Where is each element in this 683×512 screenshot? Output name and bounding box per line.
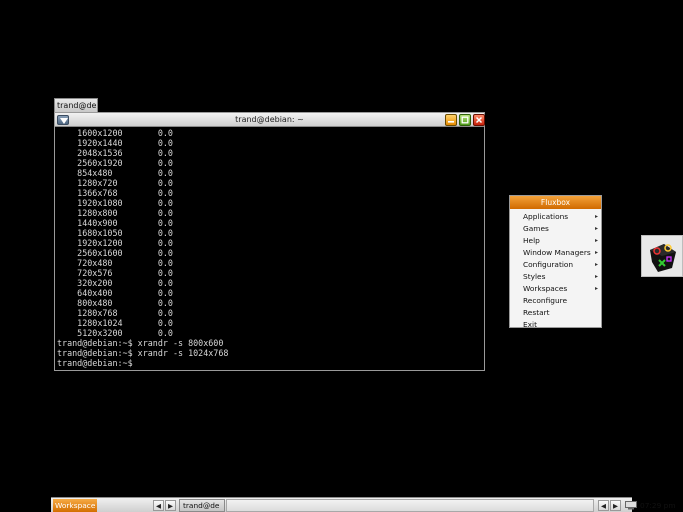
window-tab-label: trand@deb	[57, 101, 98, 110]
close-icon	[475, 116, 483, 124]
clock: 07:29 pm	[640, 501, 676, 510]
menu-item-games[interactable]: Games ▸	[510, 223, 601, 235]
close-button[interactable]	[473, 114, 485, 126]
terminal-line: trand@debian:~$	[57, 358, 133, 368]
menu-item-restart[interactable]: Restart	[510, 307, 601, 319]
cube-app-icon	[650, 244, 676, 272]
terminal-line: 1366x768 0.0	[57, 188, 173, 198]
terminal-line: 1440x900 0.0	[57, 218, 173, 228]
submenu-arrow-icon: ▸	[594, 237, 598, 244]
menu-item-label: Window Managers	[523, 248, 591, 257]
terminal-line: 1280x800 0.0	[57, 208, 173, 218]
menu-item-styles[interactable]: Styles ▸	[510, 271, 601, 283]
terminal-line: 720x480 0.0	[57, 258, 173, 268]
terminal-line: 640x400 0.0	[57, 288, 173, 298]
menu-item-label: Restart	[523, 308, 550, 317]
prev-workspace-button[interactable]: ◀	[153, 500, 164, 511]
terminal-output[interactable]: 1600x1200 0.0 1920x1440 0.0 2048x1536 0.…	[57, 128, 482, 368]
taskbar-item-terminal[interactable]: trand@de	[179, 499, 225, 512]
terminal-line: 1920x1200 0.0	[57, 238, 173, 248]
terminal-line: 720x576 0.0	[57, 268, 173, 278]
terminal-line: 1280x768 0.0	[57, 308, 173, 318]
menu-item-window-managers[interactable]: Window Managers ▸	[510, 247, 601, 259]
menu-item-label: Configuration	[523, 260, 574, 269]
terminal-line: 1680x1050 0.0	[57, 228, 173, 238]
terminal-line: 1280x720 0.0	[57, 178, 173, 188]
menu-item-label: Workspaces	[523, 284, 568, 293]
menu-title: Fluxbox	[510, 196, 601, 209]
terminal-line: 2560x1920 0.0	[57, 158, 173, 168]
terminal-line: trand@debian:~$ xrandr -s 1024x768	[57, 348, 229, 358]
terminal-line: 1600x1200 0.0	[57, 128, 173, 138]
terminal-line: 1280x1024 0.0	[57, 318, 173, 328]
terminal-line: 320x200 0.0	[57, 278, 173, 288]
submenu-arrow-icon: ▸	[594, 285, 598, 292]
menu-item-label: Games	[523, 224, 549, 233]
fluxbox-toolbar: Workspace 1 ◀ ▶ trand@de ◀ ▶ 07:29 pm	[51, 497, 676, 512]
menu-item-workspaces[interactable]: Workspaces ▸	[510, 283, 601, 295]
next-workspace-button[interactable]: ▶	[165, 500, 176, 511]
menu-item-reconfigure[interactable]: Reconfigure	[510, 295, 601, 307]
menu-item-exit[interactable]: Exit	[510, 319, 601, 331]
terminal-line: 854x480 0.0	[57, 168, 173, 178]
menu-item-label: Styles	[523, 272, 546, 281]
workspace-name[interactable]: Workspace 1	[53, 499, 97, 512]
next-window-button[interactable]: ▶	[610, 500, 621, 511]
terminal-line: 2048x1536 0.0	[57, 148, 173, 158]
menu-item-label: Reconfigure	[523, 296, 568, 305]
submenu-arrow-icon: ▸	[594, 213, 598, 220]
terminal-window[interactable]: trand@debian: ~ 1600x1200 0.0 1920x1440 …	[54, 112, 485, 371]
terminal-line: 1920x1080 0.0	[57, 198, 173, 208]
minimize-button[interactable]	[445, 114, 457, 126]
menu-item-help[interactable]: Help ▸	[510, 235, 601, 247]
window-tab[interactable]: trand@deb	[54, 98, 98, 112]
submenu-arrow-icon: ▸	[594, 273, 598, 280]
terminal-line: 800x480 0.0	[57, 298, 173, 308]
menu-item-label: Help	[523, 236, 540, 245]
menu-item-configuration[interactable]: Configuration ▸	[510, 259, 601, 271]
maximize-button[interactable]	[459, 114, 471, 126]
terminal-line: 2560x1600 0.0	[57, 248, 173, 258]
desktop-app-icon[interactable]	[641, 235, 683, 277]
minimize-icon	[448, 121, 454, 123]
menu-item-label: Exit	[523, 320, 537, 329]
submenu-arrow-icon: ▸	[594, 261, 598, 268]
taskbar-area	[226, 499, 594, 512]
terminal-line: 1920x1440 0.0	[57, 138, 173, 148]
menu-item-label: Applications	[523, 212, 569, 221]
terminal-titlebar[interactable]: trand@debian: ~	[55, 113, 485, 127]
terminal-line: trand@debian:~$ xrandr -s 800x600	[57, 338, 224, 348]
fluxbox-root-menu: Fluxbox Applications ▸ Games ▸ Help ▸ Window M…	[509, 195, 602, 331]
terminal-line: 5120x3200 0.0	[57, 328, 173, 338]
submenu-arrow-icon: ▸	[594, 249, 598, 256]
maximize-icon	[461, 116, 469, 124]
prev-window-button[interactable]: ◀	[598, 500, 609, 511]
window-title: trand@debian: ~	[235, 115, 304, 124]
system-tray-icon[interactable]	[625, 501, 637, 510]
submenu-arrow-icon: ▸	[594, 225, 598, 232]
menu-item-applications[interactable]: Applications ▸	[510, 211, 601, 223]
